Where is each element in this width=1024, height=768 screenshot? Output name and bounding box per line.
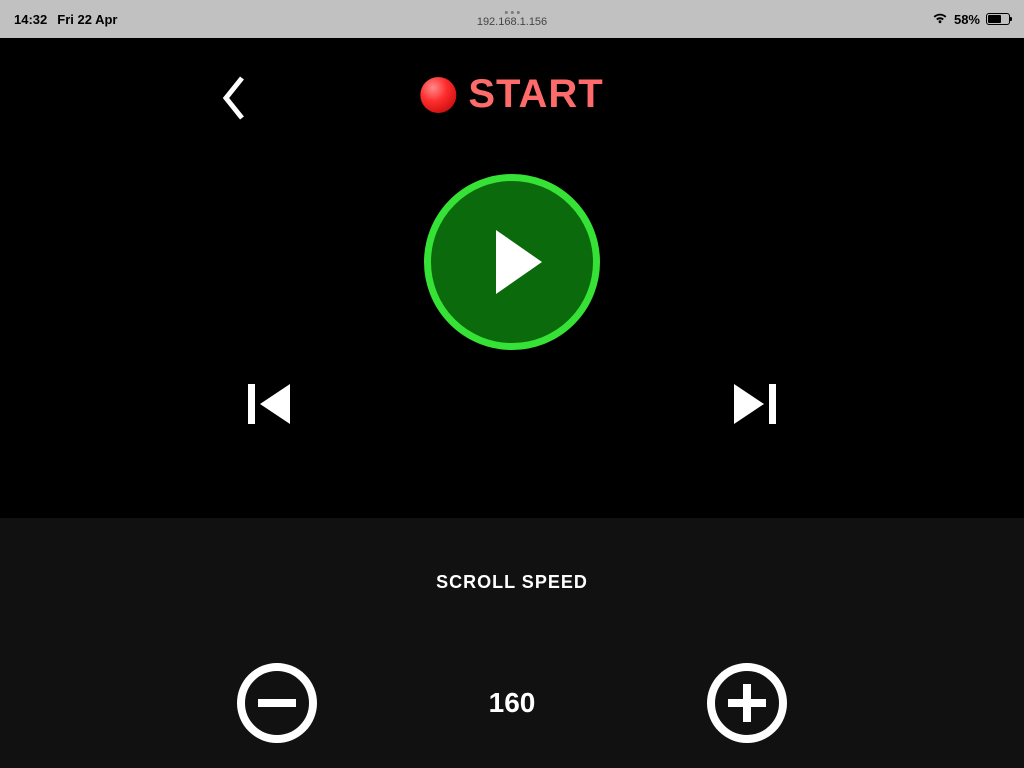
chevron-left-icon xyxy=(220,74,248,122)
play-button[interactable] xyxy=(424,174,600,350)
multitask-dots-icon xyxy=(504,11,519,14)
wifi-icon xyxy=(932,12,948,27)
status-ip: 192.168.1.156 xyxy=(477,16,547,28)
skip-previous-icon xyxy=(248,382,294,426)
minus-icon xyxy=(258,699,296,707)
battery-icon xyxy=(986,13,1010,25)
battery-percent: 58% xyxy=(954,12,980,27)
speed-decrease-button[interactable] xyxy=(237,663,317,743)
record-icon xyxy=(420,77,456,113)
playback-area: START xyxy=(0,38,1024,518)
scroll-speed-panel: SCROLL SPEED 160 xyxy=(0,518,1024,768)
status-bar: 14:32 Fri 22 Apr 192.168.1.156 58% xyxy=(0,0,1024,38)
skip-next-icon xyxy=(730,382,776,426)
start-label: START xyxy=(468,72,603,117)
speed-increase-button[interactable] xyxy=(707,663,787,743)
play-icon xyxy=(496,230,542,294)
skip-previous-button[interactable] xyxy=(248,382,294,431)
skip-next-button[interactable] xyxy=(730,382,776,431)
back-button[interactable] xyxy=(220,74,248,127)
status-date: Fri 22 Apr xyxy=(57,12,117,27)
plus-icon xyxy=(728,684,766,722)
scroll-speed-label: SCROLL SPEED xyxy=(436,572,588,593)
status-time: 14:32 xyxy=(14,12,47,27)
scroll-speed-value: 160 xyxy=(489,687,536,719)
start-heading: START xyxy=(420,72,603,117)
